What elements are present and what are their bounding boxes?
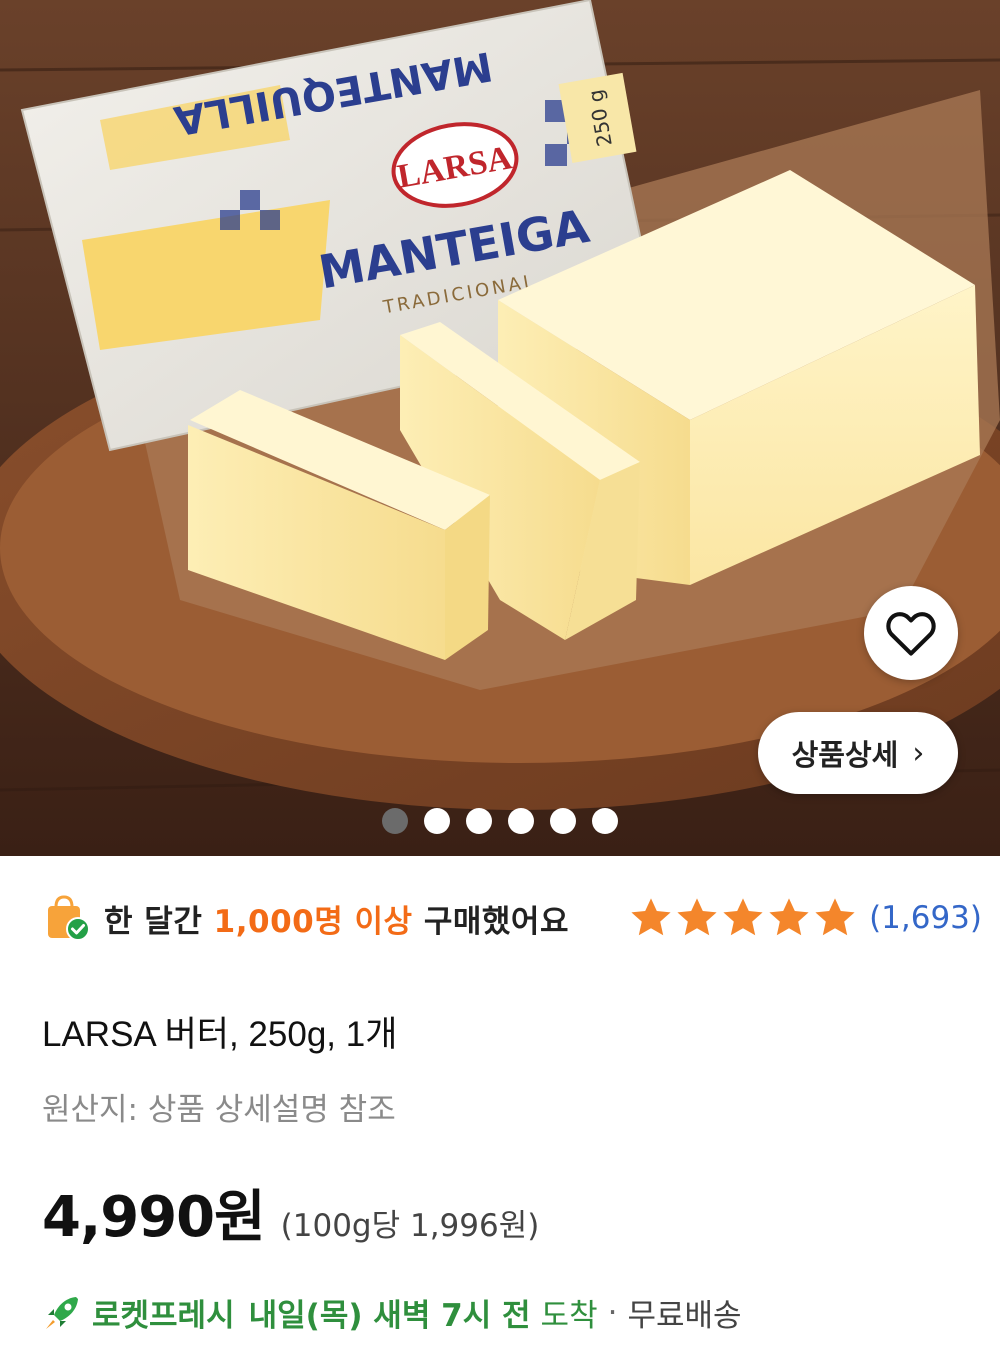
purchase-prefix: 한 달간 [104,903,203,940]
star-icon [631,898,671,936]
star-icon [677,898,717,936]
product-detail-label: 상품상세 [791,738,899,772]
carousel-dot[interactable] [382,808,408,834]
wishlist-button[interactable] [864,586,958,680]
product-title: LARSA 버터, 250g, 1개 [42,1015,398,1054]
delivery-arrive: 도착 [540,1298,598,1334]
rocket-icon [46,1296,78,1329]
star-icon [769,898,809,936]
product-image-carousel[interactable]: LARSA MANTEIGA TRADICIONAL MANTEQUILLA 2… [0,0,1000,856]
delivery-service: 로켓프레시 [92,1298,235,1334]
carousel-dot[interactable] [550,808,576,834]
carousel-dot[interactable] [424,808,450,834]
purchase-suffix: 구매했어요 [423,903,569,940]
purchase-rating-row: 한 달간 1,000명 이상 구매했어요 (1,693) [42,880,982,956]
delivery-info: 로켓프레시 내일(목) 새벽 7시 전 도착 · 무료배송 [40,1290,742,1335]
product-origin: 원산지: 상품 상세설명 참조 [42,1092,396,1128]
delivery-date: 내일(목) 새벽 7시 전 [248,1298,531,1334]
purchase-highlight: 1,000명 이상 [213,903,413,940]
shopping-bag-check-icon [48,895,90,941]
product-price: 4,990원 [42,1185,266,1250]
carousel-dot[interactable] [508,808,534,834]
heart-icon [886,612,936,656]
free-shipping: 무료배송 [627,1298,742,1334]
carousel-dot[interactable] [592,808,618,834]
review-count[interactable]: (1,693) [869,900,982,936]
carousel-indicator [382,808,618,834]
star-icon [815,898,855,936]
purchase-count-text: 한 달간 1,000명 이상 구매했어요 [104,896,569,941]
product-detail-button[interactable]: 상품상세 › [758,712,958,794]
delivery-separator: · [607,1294,618,1331]
price-row: 4,990원 (100g당 1,996원) [42,1172,539,1253]
chevron-right-icon: › [912,735,925,771]
rating-summary[interactable]: (1,693) [627,894,982,942]
star-icon [723,898,763,936]
unit-price: (100g당 1,996원) [280,1208,540,1244]
carousel-dot[interactable] [466,808,492,834]
